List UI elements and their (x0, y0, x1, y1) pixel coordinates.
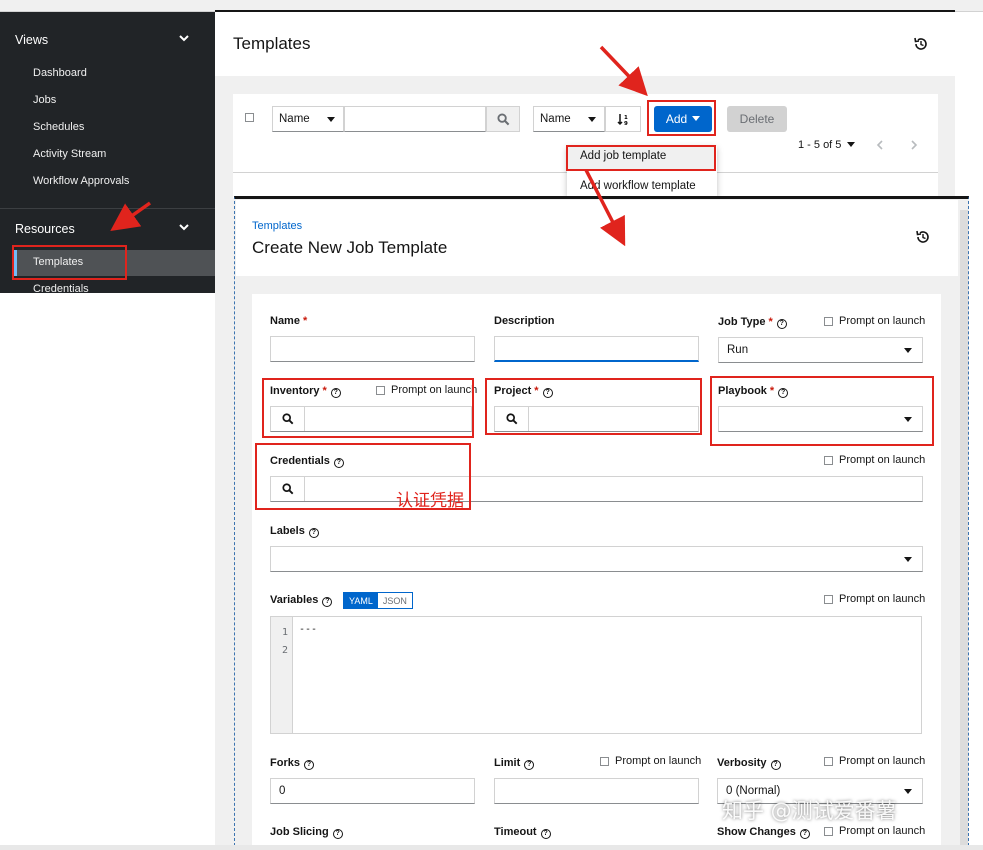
breadcrumb-templates[interactable]: Templates (252, 220, 302, 232)
filter-search-button[interactable] (486, 106, 520, 132)
checkbox[interactable] (600, 756, 609, 766)
labels-label: Labels? (270, 525, 319, 538)
chevron-left-icon[interactable] (875, 140, 885, 150)
annotation-text: 认证凭据 (396, 491, 464, 511)
browser-top-bar (0, 0, 983, 13)
job-type-label: Job Type *? (718, 316, 787, 329)
help-icon: ? (303, 760, 314, 770)
search-icon (496, 112, 509, 125)
caret-down-icon[interactable] (847, 142, 856, 148)
form-title: Create New Job Template (252, 238, 448, 257)
sidebar-group-resources-label: Resources (15, 222, 75, 236)
verbosity-prompt-on-launch[interactable]: Prompt on launch (824, 755, 925, 767)
help-icon: ? (799, 829, 810, 839)
help-icon: ? (308, 528, 319, 538)
sort-order-button[interactable]: 19 (605, 106, 641, 132)
forks-label: Forks? (270, 757, 314, 770)
checkbox[interactable] (824, 594, 833, 604)
chevron-down-icon (179, 224, 189, 231)
sort-field-select-value: Name (540, 113, 571, 125)
chevron-down-icon (179, 35, 189, 42)
description-input[interactable] (494, 336, 699, 362)
pagination-count: 1 - 5 of 5 (798, 139, 842, 151)
job-type-prompt-on-launch[interactable]: Prompt on launch (824, 315, 925, 327)
sidebar-item-jobs[interactable]: Jobs (33, 94, 56, 106)
svg-text:9: 9 (624, 121, 628, 126)
verbosity-label: Verbosity? (717, 757, 781, 770)
credentials-prompt-on-launch[interactable]: Prompt on launch (824, 454, 925, 466)
page-header (215, 12, 955, 76)
sidebar-item-credentials[interactable]: Credentials (33, 283, 89, 293)
menu-item-add-workflow-template[interactable]: Add workflow template (580, 180, 696, 192)
highlight-box-templates (12, 245, 127, 280)
caret-down-icon (327, 117, 335, 122)
help-icon: ? (770, 760, 781, 770)
sidebar-item-activity-stream[interactable]: Activity Stream (33, 148, 106, 160)
highlight-box-playbook (710, 376, 934, 446)
filter-field-select[interactable]: Name (272, 106, 344, 132)
yaml-toggle-button[interactable]: YAML (344, 593, 378, 608)
filter-field-select-value: Name (279, 113, 310, 125)
sidebar-item-workflow-approvals[interactable]: Workflow Approvals (33, 175, 129, 187)
select-all-checkbox[interactable] (245, 113, 254, 122)
json-toggle-button[interactable]: JSON (377, 593, 412, 608)
timeout-label: Timeout? (494, 826, 551, 839)
sidebar-item-schedules[interactable]: Schedules (33, 121, 84, 133)
help-icon: ? (776, 319, 787, 329)
page-title: Templates (233, 34, 311, 53)
sidebar-item-dashboard[interactable]: Dashboard (33, 67, 87, 79)
sort-ascending-icon: 19 (617, 114, 628, 126)
bottom-edge (0, 845, 983, 850)
limit-input[interactable] (494, 778, 699, 804)
checkbox[interactable] (824, 455, 833, 465)
pagination: 1 - 5 of 5 (798, 139, 919, 151)
caret-down-icon (904, 348, 912, 353)
help-icon: ? (540, 829, 551, 839)
variables-code-editor[interactable]: 12 --- (270, 616, 922, 734)
variables-prompt-on-launch[interactable]: Prompt on launch (824, 593, 925, 605)
limit-label: Limit? (494, 757, 535, 770)
highlight-box-project (485, 378, 702, 435)
delete-button[interactable]: Delete (727, 106, 787, 132)
chevron-right-icon[interactable] (909, 140, 919, 150)
name-label: Name * (270, 315, 308, 327)
job-slicing-label: Job Slicing? (270, 826, 343, 839)
highlight-box-inventory (262, 378, 474, 438)
caret-down-icon (904, 789, 912, 794)
help-icon: ? (332, 829, 343, 839)
filter-search-input[interactable] (344, 106, 486, 132)
sidebar-group-resources[interactable]: Resources (0, 209, 215, 249)
history-icon[interactable] (913, 36, 929, 52)
caret-down-icon (904, 557, 912, 562)
watermark: 知乎 @测试爱番薯 (722, 799, 897, 823)
checkbox[interactable] (824, 826, 833, 836)
checkbox[interactable] (824, 756, 833, 766)
help-icon: ? (322, 597, 333, 607)
job-type-select[interactable]: Run (718, 337, 923, 363)
editor-line: --- (299, 624, 318, 635)
sidebar-group-views[interactable]: Views (0, 20, 215, 60)
description-label: Description (494, 315, 555, 327)
name-input[interactable] (270, 336, 475, 362)
highlight-box-add (647, 100, 716, 136)
variables-format-toggle: YAML JSON (343, 592, 413, 609)
show-changes-label: Show Changes? (717, 826, 810, 839)
delete-button-label: Delete (739, 112, 775, 126)
sidebar-group-views-label: Views (15, 33, 49, 47)
checkbox[interactable] (824, 316, 833, 326)
highlight-box-add-job-template (566, 145, 716, 171)
help-icon: ? (524, 760, 535, 770)
show-changes-prompt-on-launch[interactable]: Prompt on launch (824, 825, 925, 837)
history-icon[interactable] (915, 229, 931, 245)
variables-label: Variables? (270, 594, 333, 607)
limit-prompt-on-launch[interactable]: Prompt on launch (600, 755, 701, 767)
caret-down-icon (588, 117, 596, 122)
panel-scrollbar[interactable] (960, 210, 968, 846)
labels-select[interactable] (270, 546, 923, 572)
sort-field-select[interactable]: Name (533, 106, 605, 132)
forks-input[interactable]: 0 (270, 778, 475, 804)
editor-line-numbers: 12 (271, 617, 293, 733)
